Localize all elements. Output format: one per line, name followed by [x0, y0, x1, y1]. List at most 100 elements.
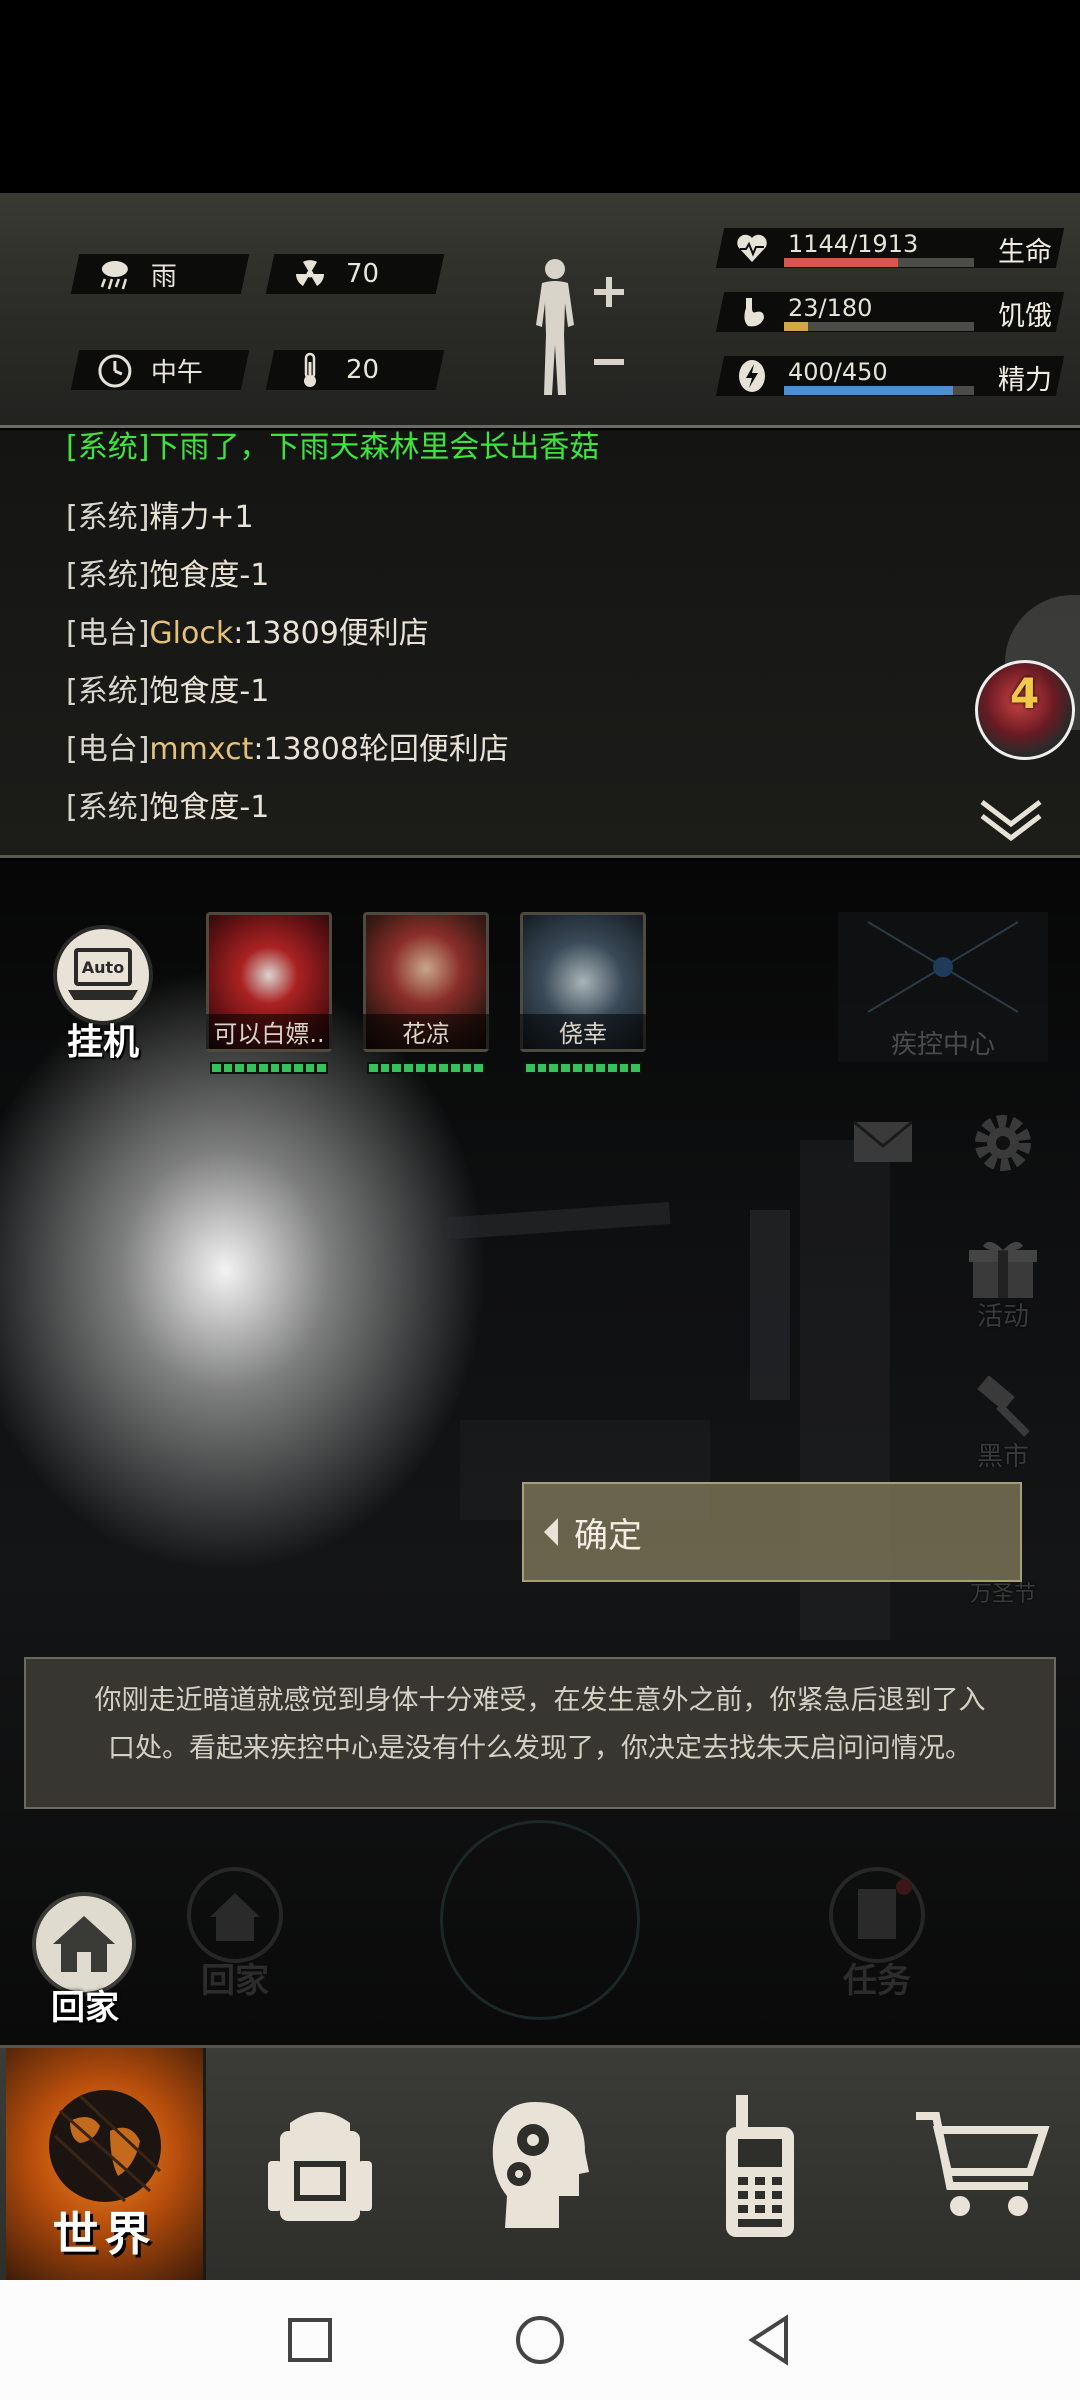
mail-icon	[853, 1120, 913, 1162]
energy-icon	[734, 358, 770, 394]
auto-laptop-icon: Auto	[68, 948, 138, 1000]
ghost-home-button: 回家	[180, 1865, 290, 2001]
home-icon	[53, 1916, 115, 1972]
go-home-label: 回家	[51, 1988, 119, 2028]
notification-count: 4	[1010, 669, 1040, 718]
radiation-value: 70	[346, 259, 380, 289]
body-figure-icon	[536, 259, 624, 395]
energy-value: 400/450	[788, 358, 888, 386]
health-bar	[784, 258, 974, 267]
energy-stat: 400/450 精力	[715, 352, 1065, 400]
teammate-name: 侥幸	[520, 1014, 646, 1049]
home-system-button[interactable]	[510, 2310, 570, 2370]
backpack-icon	[268, 2111, 372, 2221]
event-label: 活动	[976, 1302, 1029, 1332]
hunger-label: 饥饿	[998, 301, 1052, 332]
gavel-icon	[977, 1375, 1030, 1437]
double-chevron-down-icon	[980, 800, 1042, 842]
teammate-card[interactable]: 可以白嫖..	[206, 912, 332, 1077]
message-log[interactable]: [系统]下雨了，下雨天森林里会长出香菇 [系统]精力+1 [系统]饱食度-1 […	[0, 430, 1080, 858]
log-line: [系统]饱食度-1	[66, 790, 270, 825]
left-arrow-icon	[544, 1518, 558, 1546]
gear-icon	[975, 1115, 1031, 1171]
back-triangle-icon	[748, 2314, 788, 2366]
bottom-nav: 世界	[0, 2045, 1080, 2283]
health-stat: 1144/1913 生命	[715, 224, 1065, 272]
location-card[interactable]: 疾控中心	[838, 912, 1048, 1062]
event-button[interactable]: 活动	[965, 1236, 1041, 1336]
clock-icon	[97, 352, 133, 388]
log-line: [系统]饱食度-1	[66, 558, 270, 593]
temperature-chip: 20	[265, 350, 445, 390]
confirm-button[interactable]: 确定	[522, 1482, 1022, 1582]
teammate-card[interactable]: 侥幸	[520, 912, 646, 1077]
floating-assistant-button[interactable]: 4	[975, 660, 1075, 760]
circle-icon	[516, 2316, 564, 2364]
radio-tab[interactable]	[660, 2048, 860, 2283]
world-label: 世界	[52, 2207, 157, 2261]
energy-bar	[784, 386, 974, 395]
walkie-talkie-icon	[726, 2094, 794, 2237]
system-nav-bar	[0, 2280, 1080, 2400]
gift-icon	[969, 1241, 1037, 1298]
location-map-icon	[867, 921, 1019, 1013]
auto-badge-text: Auto	[82, 958, 124, 977]
head-gears-icon	[492, 2101, 589, 2228]
log-line: [系统]下雨了，下雨天森林里会长出香菇	[66, 430, 600, 465]
time-chip: 中午	[70, 350, 250, 390]
backpack-tab[interactable]	[220, 2048, 420, 2283]
narration-box: 你刚走近暗道就感觉到身体十分难受，在发生意外之前，你紧急后退到了入口处。看起来疾…	[24, 1657, 1056, 1809]
back-button[interactable]	[740, 2310, 800, 2370]
rain-cloud-icon	[97, 256, 133, 292]
shopping-cart-icon	[916, 2111, 1050, 2216]
home-icon	[187, 1867, 283, 1963]
globe-icon	[48, 2089, 161, 2202]
health-value: 1144/1913	[788, 230, 919, 258]
radiation-icon	[292, 256, 328, 292]
log-line: [电台]mmxct:13808轮回便利店	[66, 732, 509, 767]
hunger-stat: 23/180 饥饿	[715, 288, 1065, 336]
location-name: 疾控中心	[890, 1030, 995, 1060]
halloween-button[interactable]: 万圣节	[958, 1576, 1048, 1616]
log-line: [系统]饱食度-1	[66, 674, 270, 709]
auto-idle-button[interactable]: Auto 挂机	[48, 925, 158, 1065]
thermometer-icon	[292, 352, 328, 388]
heart-icon	[734, 230, 770, 266]
weather-chip: 雨	[70, 254, 250, 294]
weather-value: 雨	[151, 261, 178, 292]
black-market-label: 黑市	[976, 1442, 1029, 1472]
log-line: [系统]精力+1	[66, 500, 254, 535]
temperature-value: 20	[346, 355, 380, 385]
ghost-home-label: 回家	[201, 1961, 269, 2001]
body-status-button[interactable]	[520, 255, 630, 405]
task-button[interactable]: 任务	[822, 1865, 932, 2001]
hunger-bar	[784, 322, 974, 331]
collapse-log-button[interactable]	[978, 798, 1044, 842]
teammate-hp-bar	[367, 1062, 485, 1074]
mail-button[interactable]	[852, 1118, 914, 1168]
auto-label: 挂机	[66, 1022, 139, 1063]
teammate-name: 可以白嫖..	[206, 1014, 332, 1049]
go-home-button[interactable]: 回家	[30, 1892, 140, 2032]
radiation-chip: 70	[265, 254, 445, 294]
confirm-label: 确定	[574, 1515, 642, 1556]
settings-button[interactable]	[970, 1108, 1036, 1178]
task-label: 任务	[843, 1961, 911, 2001]
black-market-button[interactable]: 黑市	[965, 1375, 1041, 1476]
recent-apps-button[interactable]	[280, 2310, 340, 2370]
task-icon	[829, 1867, 925, 1963]
world-tab[interactable]: 世界	[6, 2048, 206, 2283]
teammate-card[interactable]: 花凉	[363, 912, 489, 1077]
narration-text: 你刚走近暗道就感觉到身体十分难受，在发生意外之前，你紧急后退到了入口处。看起来疾…	[94, 1685, 986, 1764]
stomach-icon	[734, 294, 770, 330]
teammate-name: 花凉	[363, 1014, 489, 1049]
teammate-hp-bar	[524, 1062, 642, 1074]
square-icon	[288, 2318, 332, 2362]
shop-tab[interactable]	[880, 2048, 1080, 2283]
health-label: 生命	[998, 237, 1052, 268]
time-value: 中午	[151, 357, 204, 388]
hunger-value: 23/180	[788, 294, 873, 322]
energy-label: 精力	[998, 365, 1052, 396]
log-line: [电台]Glock:13809便利店	[66, 616, 429, 651]
skills-tab[interactable]	[440, 2048, 640, 2283]
